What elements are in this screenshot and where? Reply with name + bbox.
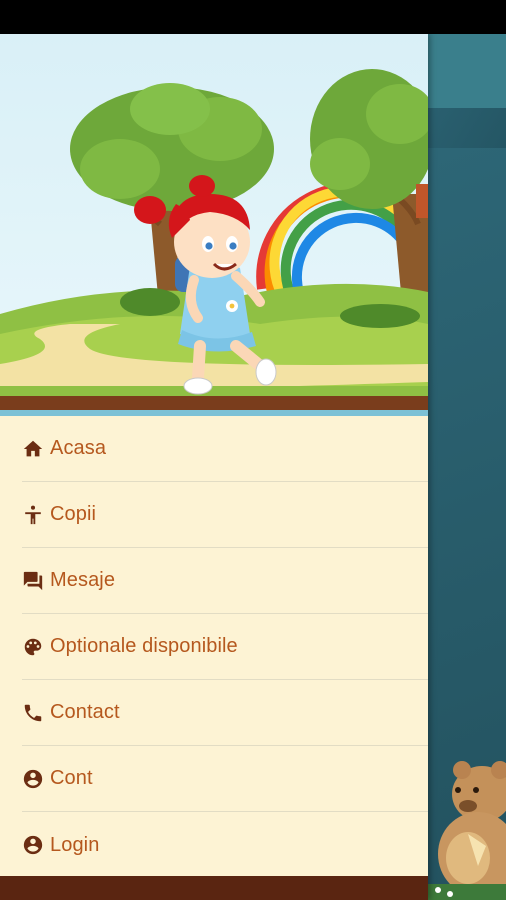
account-circle-icon [22,834,44,856]
menu-item-contact[interactable]: Contact [22,680,428,746]
menu-item-label: Copii [50,503,97,525]
menu-item-login[interactable]: Login [22,812,428,878]
home-icon [22,438,44,460]
messages-icon [22,570,44,592]
menu-item-label: Cont [50,767,93,789]
person-icon [22,504,44,526]
phone-icon [22,702,44,724]
menu-item-label: Contact [50,701,120,723]
drawer-menu: Acasa Copii Mesaje Optionale disponibile [0,416,428,876]
account-circle-icon [22,768,44,790]
palette-icon [22,636,44,658]
menu-item-label: Acasa [50,437,107,459]
navigation-drawer: Acasa Copii Mesaje Optionale disponibile [0,34,428,900]
menu-item-label: Mesaje [50,569,116,591]
background-app-band [428,108,506,148]
menu-item-mesaje[interactable]: Mesaje [22,548,428,614]
drawer-header-illustration [0,34,428,414]
status-bar [0,0,506,34]
teddy-bear-illustration [428,761,506,900]
menu-item-acasa[interactable]: Acasa [22,416,428,482]
background-app [428,34,506,900]
menu-item-copii[interactable]: Copii [22,482,428,548]
menu-item-label: Optionale disponibile [50,635,238,657]
menu-item-optionale-disponibile[interactable]: Optionale disponibile [22,614,428,680]
menu-item-cont[interactable]: Cont [22,746,428,812]
menu-item-label: Login [50,833,100,856]
drawer-footer [0,876,428,900]
background-app-header [428,34,506,108]
